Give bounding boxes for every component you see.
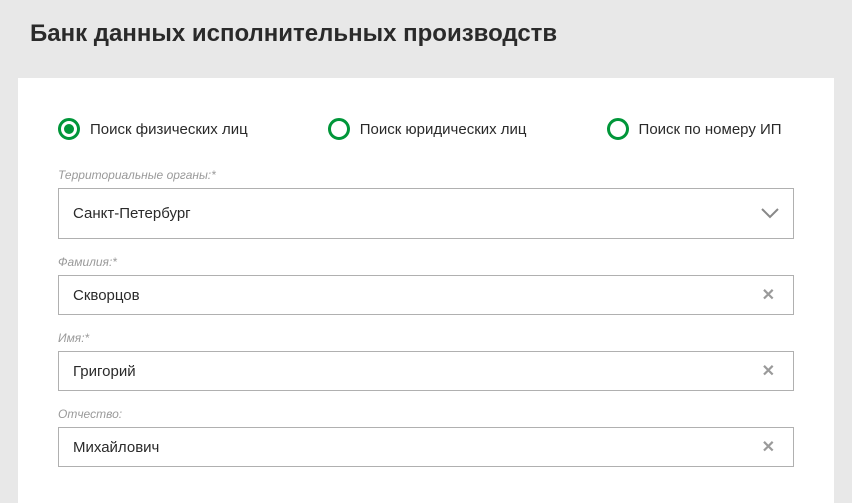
patronymic-input-wrapper: ✕ bbox=[58, 427, 794, 467]
patronymic-label: Отчество: bbox=[58, 407, 794, 421]
firstname-input[interactable] bbox=[73, 363, 758, 380]
clear-lastname-icon[interactable]: ✕ bbox=[758, 285, 779, 305]
lastname-label: Фамилия:* bbox=[58, 255, 794, 269]
search-type-radio-group: Поиск физических лиц Поиск юридических л… bbox=[58, 118, 794, 140]
patronymic-input[interactable] bbox=[73, 439, 758, 456]
firstname-field-group: Имя:* ✕ bbox=[58, 331, 794, 391]
radio-label: Поиск по номеру ИП bbox=[639, 121, 782, 138]
radio-unselected-icon bbox=[328, 118, 350, 140]
territory-field-group: Территориальные органы:* Санкт-Петербург bbox=[58, 168, 794, 239]
radio-label: Поиск юридических лиц bbox=[360, 121, 527, 138]
radio-legal-entities[interactable]: Поиск юридических лиц bbox=[328, 118, 527, 140]
radio-ip-number[interactable]: Поиск по номеру ИП bbox=[607, 118, 782, 140]
territory-select[interactable]: Санкт-Петербург bbox=[58, 188, 794, 239]
page-title: Банк данных исполнительных производств bbox=[30, 20, 822, 48]
territory-value: Санкт-Петербург bbox=[73, 205, 761, 222]
radio-individuals[interactable]: Поиск физических лиц bbox=[58, 118, 248, 140]
clear-patronymic-icon[interactable]: ✕ bbox=[758, 437, 779, 457]
radio-unselected-icon bbox=[607, 118, 629, 140]
firstname-label: Имя:* bbox=[58, 331, 794, 345]
lastname-input[interactable] bbox=[73, 287, 758, 304]
radio-selected-icon bbox=[58, 118, 80, 140]
clear-firstname-icon[interactable]: ✕ bbox=[758, 361, 779, 381]
search-form-card: Поиск физических лиц Поиск юридических л… bbox=[18, 78, 834, 503]
radio-label: Поиск физических лиц bbox=[90, 121, 248, 138]
chevron-down-icon bbox=[761, 208, 779, 220]
territory-label: Территориальные органы:* bbox=[58, 168, 794, 182]
patronymic-field-group: Отчество: ✕ bbox=[58, 407, 794, 467]
firstname-input-wrapper: ✕ bbox=[58, 351, 794, 391]
lastname-field-group: Фамилия:* ✕ bbox=[58, 255, 794, 315]
lastname-input-wrapper: ✕ bbox=[58, 275, 794, 315]
